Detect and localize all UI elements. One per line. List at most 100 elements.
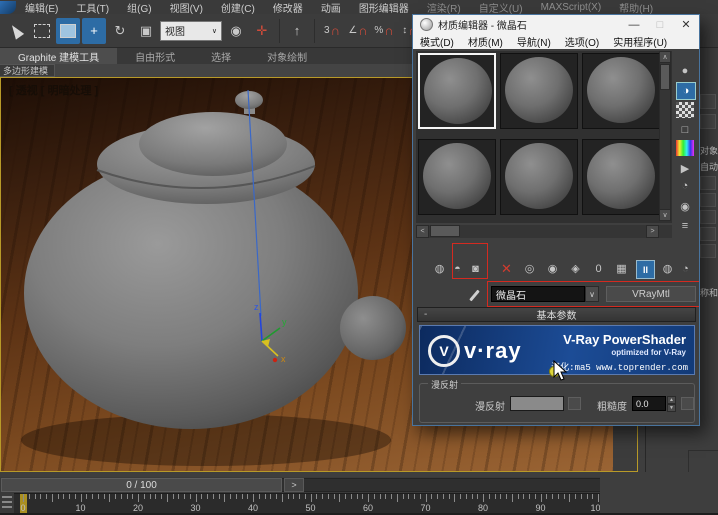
make-material-copy-icon[interactable]: ◎	[521, 260, 538, 277]
mini-curve-editor-button[interactable]	[0, 493, 15, 513]
slots-vertical-scrollbar[interactable]: ∧ ∨	[659, 51, 671, 221]
teapot-lid-dome[interactable]	[139, 112, 287, 176]
basic-parameters-rollout[interactable]: - 基本参数	[417, 307, 696, 322]
material-editor-titlebar[interactable]: 材质编辑器 - 微晶石 — □ ✕	[413, 15, 699, 34]
create-button[interactable]	[700, 193, 716, 207]
next-frame-button[interactable]: >	[284, 478, 304, 492]
menu-10[interactable]: 自定义(U)	[470, 0, 532, 15]
material-name-dropdown-icon[interactable]: ∨	[585, 286, 599, 302]
assign-material-to-selection-icon[interactable]: ◙	[467, 260, 484, 277]
background-icon[interactable]: ▦	[676, 102, 694, 118]
go-to-sibling-icon[interactable]: ◔	[677, 260, 694, 277]
scroll-right-icon[interactable]: >	[646, 225, 659, 238]
teapot-spout[interactable]	[340, 296, 406, 360]
make-unique-icon[interactable]: ◉	[544, 260, 561, 277]
polygon-modeling-panel-label[interactable]: 多边形建模	[0, 64, 55, 77]
menu-1[interactable]: 编辑(E)	[16, 0, 67, 15]
sample-slot-1[interactable]	[418, 53, 496, 129]
menu-7[interactable]: 动画	[312, 0, 350, 15]
diffuse-color-swatch[interactable]	[510, 396, 564, 411]
sample-slot-6[interactable]	[582, 139, 660, 215]
track-bar[interactable]: 0102030405060708090100	[14, 493, 600, 514]
select-and-rotate-icon[interactable]: ↻	[108, 18, 132, 44]
menu-11[interactable]: MAXScript(X)	[532, 2, 611, 13]
rectangular-selection-region-icon[interactable]	[30, 18, 54, 44]
panel-icon[interactable]	[700, 114, 716, 129]
menu-3[interactable]: 组(G)	[118, 0, 160, 15]
select-by-material-icon[interactable]: ◉	[676, 198, 694, 214]
menu-4[interactable]: 视图(V)	[161, 0, 212, 15]
ribbon-tab-4[interactable]: 对象绘制	[249, 48, 325, 64]
pick-material-eyedropper-icon[interactable]	[469, 290, 480, 302]
select-and-move-icon[interactable]: +	[82, 18, 106, 44]
diffuse-map-button[interactable]	[568, 397, 581, 410]
panel-icon[interactable]	[700, 94, 716, 109]
me-menu-2[interactable]: 材质(M)	[461, 34, 510, 49]
make-preview-icon[interactable]: ▶	[676, 160, 694, 176]
material-map-navigator-icon[interactable]: ≡	[676, 218, 694, 234]
vscroll-thumb[interactable]	[660, 64, 670, 90]
show-end-result-icon[interactable]: II	[636, 260, 655, 279]
roughness-map-button[interactable]	[681, 397, 694, 410]
minimize-button[interactable]: —	[621, 15, 647, 34]
me-menu-1[interactable]: 模式(D)	[413, 34, 461, 49]
percent-snap-icon[interactable]: %∩	[372, 18, 396, 44]
use-pivot-center-icon[interactable]: ◉	[224, 18, 248, 44]
ribbon-tab-3[interactable]: 选择	[193, 48, 249, 64]
material-id-channel-icon[interactable]: 0	[590, 260, 607, 277]
material-name-field[interactable]: 微晶石	[491, 286, 585, 302]
app-logo-icon[interactable]	[0, 1, 16, 14]
reset-map-icon[interactable]: ✕	[498, 260, 515, 277]
time-slider-thumb[interactable]: 0 / 100	[1, 478, 282, 492]
me-menu-5[interactable]: 实用程序(U)	[606, 34, 674, 49]
keyboard-override-icon[interactable]: ↑	[285, 18, 309, 44]
slots-horizontal-scrollbar[interactable]: < >	[416, 225, 672, 238]
put-to-library-icon[interactable]: ◈	[567, 260, 584, 277]
frame-label: 20	[133, 503, 143, 513]
reference-coordinate-dropdown[interactable]: 视图∨	[160, 21, 222, 41]
menu-2[interactable]: 工具(T)	[67, 0, 118, 15]
menu-9[interactable]: 渲染(R)	[418, 0, 470, 15]
rollout-collapse-icon[interactable]: -	[424, 309, 427, 320]
hscroll-thumb[interactable]	[430, 225, 460, 237]
snap-3d-icon[interactable]: 3∩	[320, 18, 344, 44]
create-button[interactable]	[700, 244, 716, 258]
sample-slot-4[interactable]	[418, 139, 496, 215]
me-menu-3[interactable]: 导航(N)	[510, 34, 558, 49]
roughness-spinner[interactable]: ▲▼	[667, 396, 676, 411]
video-color-check-icon[interactable]: ▥	[676, 140, 694, 156]
angle-snap-icon[interactable]: ∠∩	[346, 18, 370, 44]
menu-6[interactable]: 修改器	[264, 0, 312, 15]
menu-8[interactable]: 图形编辑器	[350, 0, 418, 15]
scroll-left-icon[interactable]: <	[416, 225, 429, 238]
put-material-to-scene-icon[interactable]: ◓	[449, 260, 466, 277]
scroll-down-icon[interactable]: ∨	[659, 209, 671, 221]
create-button[interactable]	[700, 176, 716, 190]
sample-uv-tiling-icon[interactable]: □	[676, 122, 694, 138]
select-and-scale-icon[interactable]: ▣	[134, 18, 158, 44]
close-button[interactable]: ✕	[673, 15, 699, 34]
sample-slot-3[interactable]	[582, 53, 660, 129]
scroll-up-icon[interactable]: ∧	[659, 51, 671, 63]
backlight-icon[interactable]: ◑	[676, 82, 696, 100]
select-object-icon[interactable]	[4, 18, 28, 44]
select-and-manipulate-icon[interactable]: ✛	[250, 18, 274, 44]
menu-5[interactable]: 创建(C)	[212, 0, 264, 15]
viewport-label[interactable]: [ 透视 [ 明暗处理 ]	[9, 82, 98, 98]
ribbon-tab-2[interactable]: 自由形式	[117, 48, 193, 64]
sample-slot-5[interactable]	[500, 139, 578, 215]
create-button[interactable]	[700, 227, 716, 241]
sample-slot-2[interactable]	[500, 53, 578, 129]
me-menu-4[interactable]: 选项(O)	[558, 34, 606, 49]
show-background-icon[interactable]: ▦	[613, 260, 630, 277]
create-button[interactable]	[700, 210, 716, 224]
window-crossing-icon[interactable]	[56, 18, 80, 44]
go-to-parent-icon[interactable]: ◍	[659, 260, 676, 277]
material-type-button[interactable]: VRayMtl	[606, 286, 696, 302]
ribbon-tab-1[interactable]: Graphite 建模工具	[0, 48, 117, 64]
sample-type-sphere-icon[interactable]: ●	[676, 63, 694, 79]
options-icon[interactable]: ◔	[676, 178, 694, 194]
roughness-field[interactable]: 0.0	[632, 396, 666, 411]
get-material-icon[interactable]: ◍	[431, 260, 448, 277]
menu-12[interactable]: 帮助(H)	[610, 0, 662, 15]
